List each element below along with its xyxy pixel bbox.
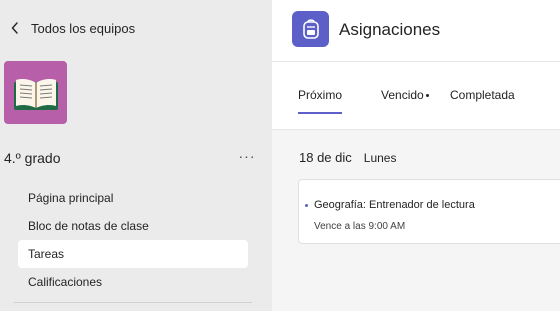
assignment-title: Geografía: Entrenador de lectura (314, 199, 475, 211)
tabs-bar: Próximo Vencido Completada (272, 62, 560, 130)
group-weekday: Lunes (363, 151, 397, 165)
book-icon (13, 78, 58, 110)
main-pane: Asignaciones Próximo Vencido Completada … (272, 0, 560, 311)
sidebar-item-grades[interactable]: Calificaciones (18, 268, 248, 296)
sidebar-item-assignments[interactable]: Tareas (18, 240, 248, 268)
sidebar-divider (14, 302, 252, 303)
team-logo (4, 61, 67, 124)
date-group-header: 18 de dic Lunes (299, 150, 396, 165)
tab-upcoming[interactable]: Próximo (298, 88, 343, 114)
sidebar: Todos los equipos 4.º grado ··· Página p… (0, 0, 272, 311)
back-label: Todos los equipos (31, 20, 136, 36)
page-title: Asignaciones (339, 20, 441, 39)
tab-upcoming-label: Próximo (298, 88, 343, 102)
sidebar-item-home[interactable]: Página principal (18, 184, 248, 212)
chevron-left-icon (11, 22, 18, 34)
assignment-card[interactable]: Geografía: Entrenador de lectura Vence a… (298, 179, 560, 244)
tab-completed-label: Completada (450, 88, 515, 102)
app-header: Asignaciones (272, 0, 560, 62)
group-date: 18 de dic (299, 150, 352, 165)
tab-overdue-label: Vencido (381, 88, 424, 102)
assignment-due: Vence a las 9:00 AM (314, 221, 406, 232)
team-name: 4.º grado (4, 150, 61, 166)
team-nav: Página principal Bloc de notas de clase … (18, 184, 248, 296)
overdue-indicator-dot (425, 94, 429, 98)
sidebar-item-class-notebook[interactable]: Bloc de notas de clase (18, 212, 248, 240)
app-icon (292, 11, 329, 47)
back-to-teams-link[interactable]: Todos los equipos (10, 18, 135, 38)
assignment-bullet (305, 204, 308, 207)
more-options-button[interactable]: ··· (237, 146, 257, 166)
backpack-icon (302, 19, 319, 39)
tab-completed[interactable]: Completada (450, 88, 515, 114)
tab-overdue[interactable]: Vencido (381, 88, 429, 114)
